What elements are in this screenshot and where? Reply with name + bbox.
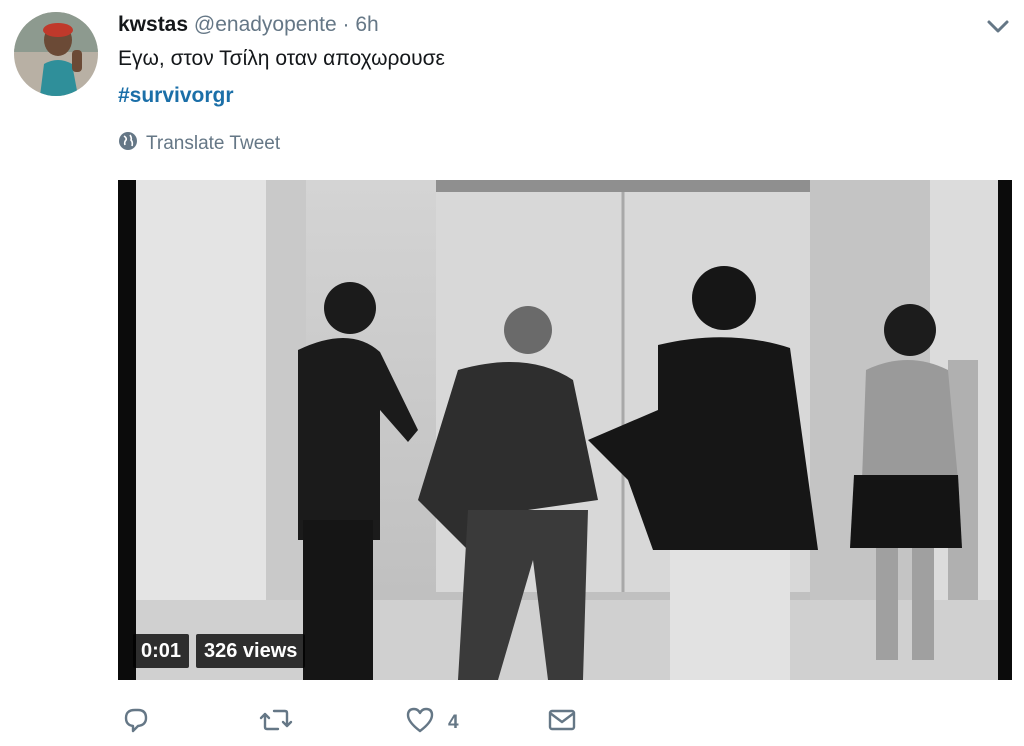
chevron-down-icon[interactable] bbox=[984, 14, 1012, 38]
user-handle[interactable]: @enadyopente bbox=[194, 13, 337, 36]
translate-tweet-button[interactable]: Translate Tweet bbox=[118, 131, 280, 157]
video-timestamp: 0:01 bbox=[133, 634, 190, 668]
direct-message-button[interactable] bbox=[546, 706, 578, 740]
retweet-icon bbox=[258, 705, 294, 741]
globe-icon bbox=[118, 131, 138, 157]
view-count: 326 views bbox=[196, 634, 306, 668]
tweet-card: kwstas @enadyopente · 6h Εγω, στον Τσίλη… bbox=[0, 0, 1024, 746]
video-player[interactable] bbox=[118, 180, 1012, 680]
like-count: 4 bbox=[448, 712, 459, 733]
heart-icon bbox=[404, 705, 436, 741]
translate-label: Translate Tweet bbox=[146, 133, 281, 154]
hashtag-link[interactable]: #survivorgr bbox=[118, 82, 234, 110]
video-frame bbox=[118, 180, 1012, 680]
tweet-text: Εγω, στον Τσίλη οταν αποχωρουσε bbox=[118, 47, 445, 70]
like-button[interactable]: 4 bbox=[404, 706, 459, 740]
tweet-header: kwstas @enadyopente · 6h bbox=[118, 12, 379, 38]
envelope-icon bbox=[546, 705, 578, 741]
retweet-button[interactable] bbox=[258, 706, 294, 740]
separator-dot: · bbox=[342, 13, 350, 36]
timestamp[interactable]: 6h bbox=[355, 13, 378, 36]
avatar[interactable] bbox=[14, 12, 98, 96]
reply-button[interactable] bbox=[120, 706, 152, 740]
reply-icon bbox=[120, 705, 152, 741]
display-name[interactable]: kwstas bbox=[118, 13, 188, 36]
